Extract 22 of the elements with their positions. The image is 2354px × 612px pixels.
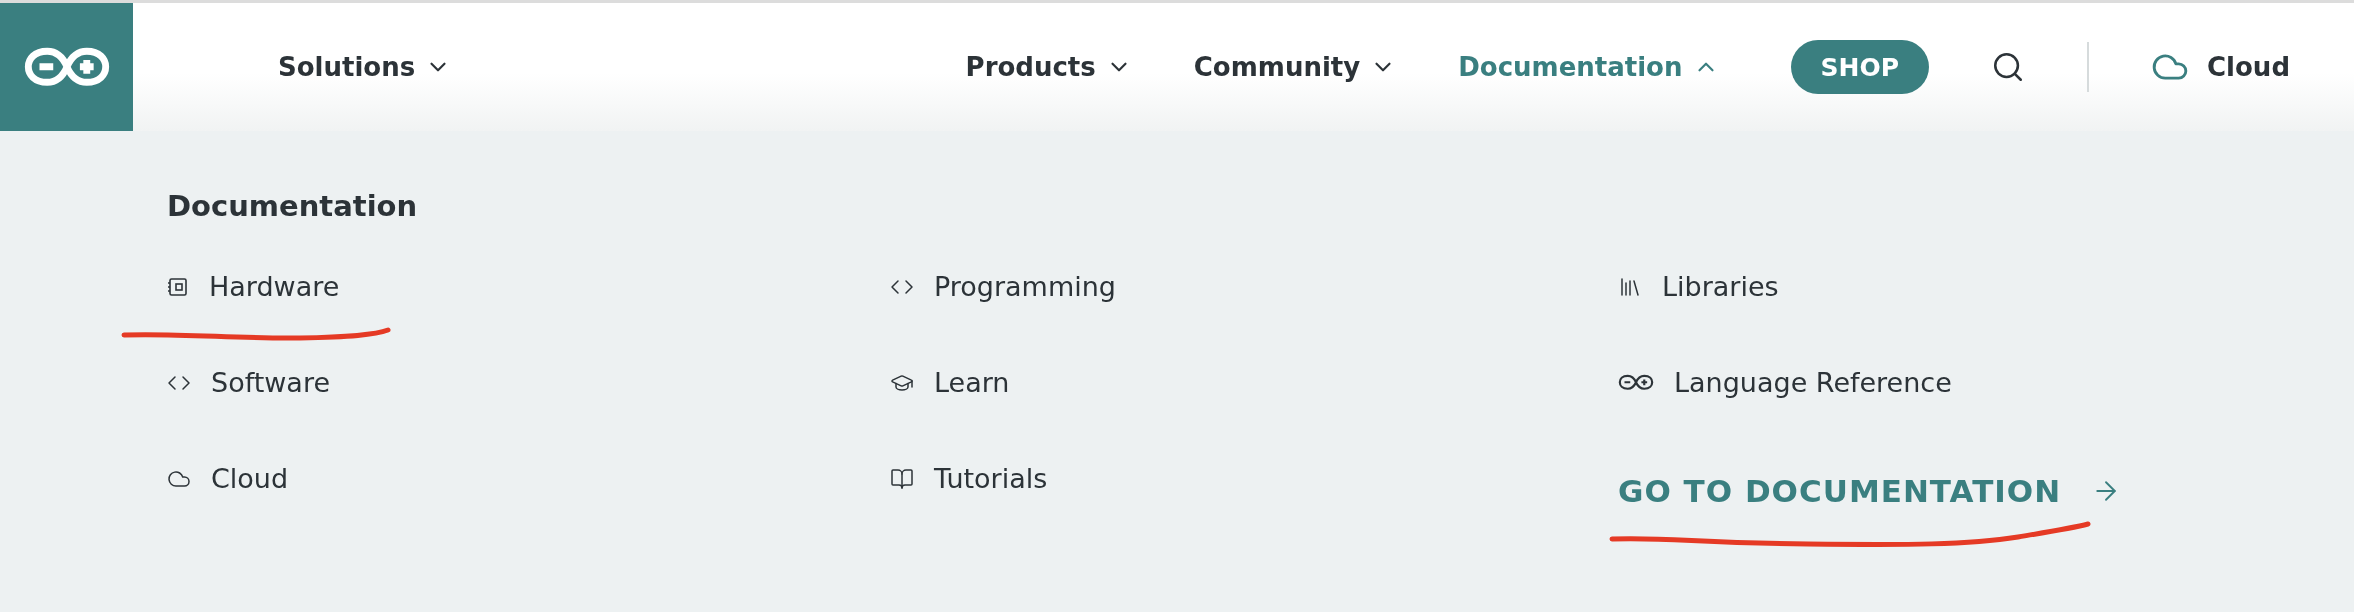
menu-link[interactable]: Tutorials (890, 453, 1618, 504)
infinity-icon (1618, 374, 1654, 391)
shop-button[interactable]: SHOP (1790, 40, 1929, 94)
search-button[interactable] (1991, 50, 2025, 84)
open-book-icon (890, 466, 914, 491)
menu-link[interactable]: Cloud (167, 453, 890, 504)
menu-link[interactable]: Learn (890, 357, 1618, 408)
menu-link[interactable]: Programming (890, 261, 1618, 312)
go-to-documentation-link[interactable]: GO TO DOCUMENTATION (1618, 465, 2218, 516)
menu-link[interactable]: Software (167, 357, 890, 408)
nav-link[interactable]: Community (1193, 52, 1397, 82)
circuit-board-icon (167, 275, 189, 298)
nav-link[interactable]: Products (965, 52, 1132, 82)
logo-icon (23, 47, 110, 87)
menu-link[interactable]: Language Reference (1618, 357, 2218, 408)
logo-tile[interactable] (0, 3, 133, 131)
nav-link[interactable]: Solutions (278, 52, 452, 82)
cloud-link[interactable]: Cloud (2151, 48, 2290, 86)
menu-link[interactable]: Libraries (1618, 261, 2218, 312)
menu-heading: Documentation (167, 189, 419, 223)
nav-link[interactable]: Documentation (1458, 52, 1719, 82)
menu-link[interactable]: Hardware (167, 261, 890, 312)
